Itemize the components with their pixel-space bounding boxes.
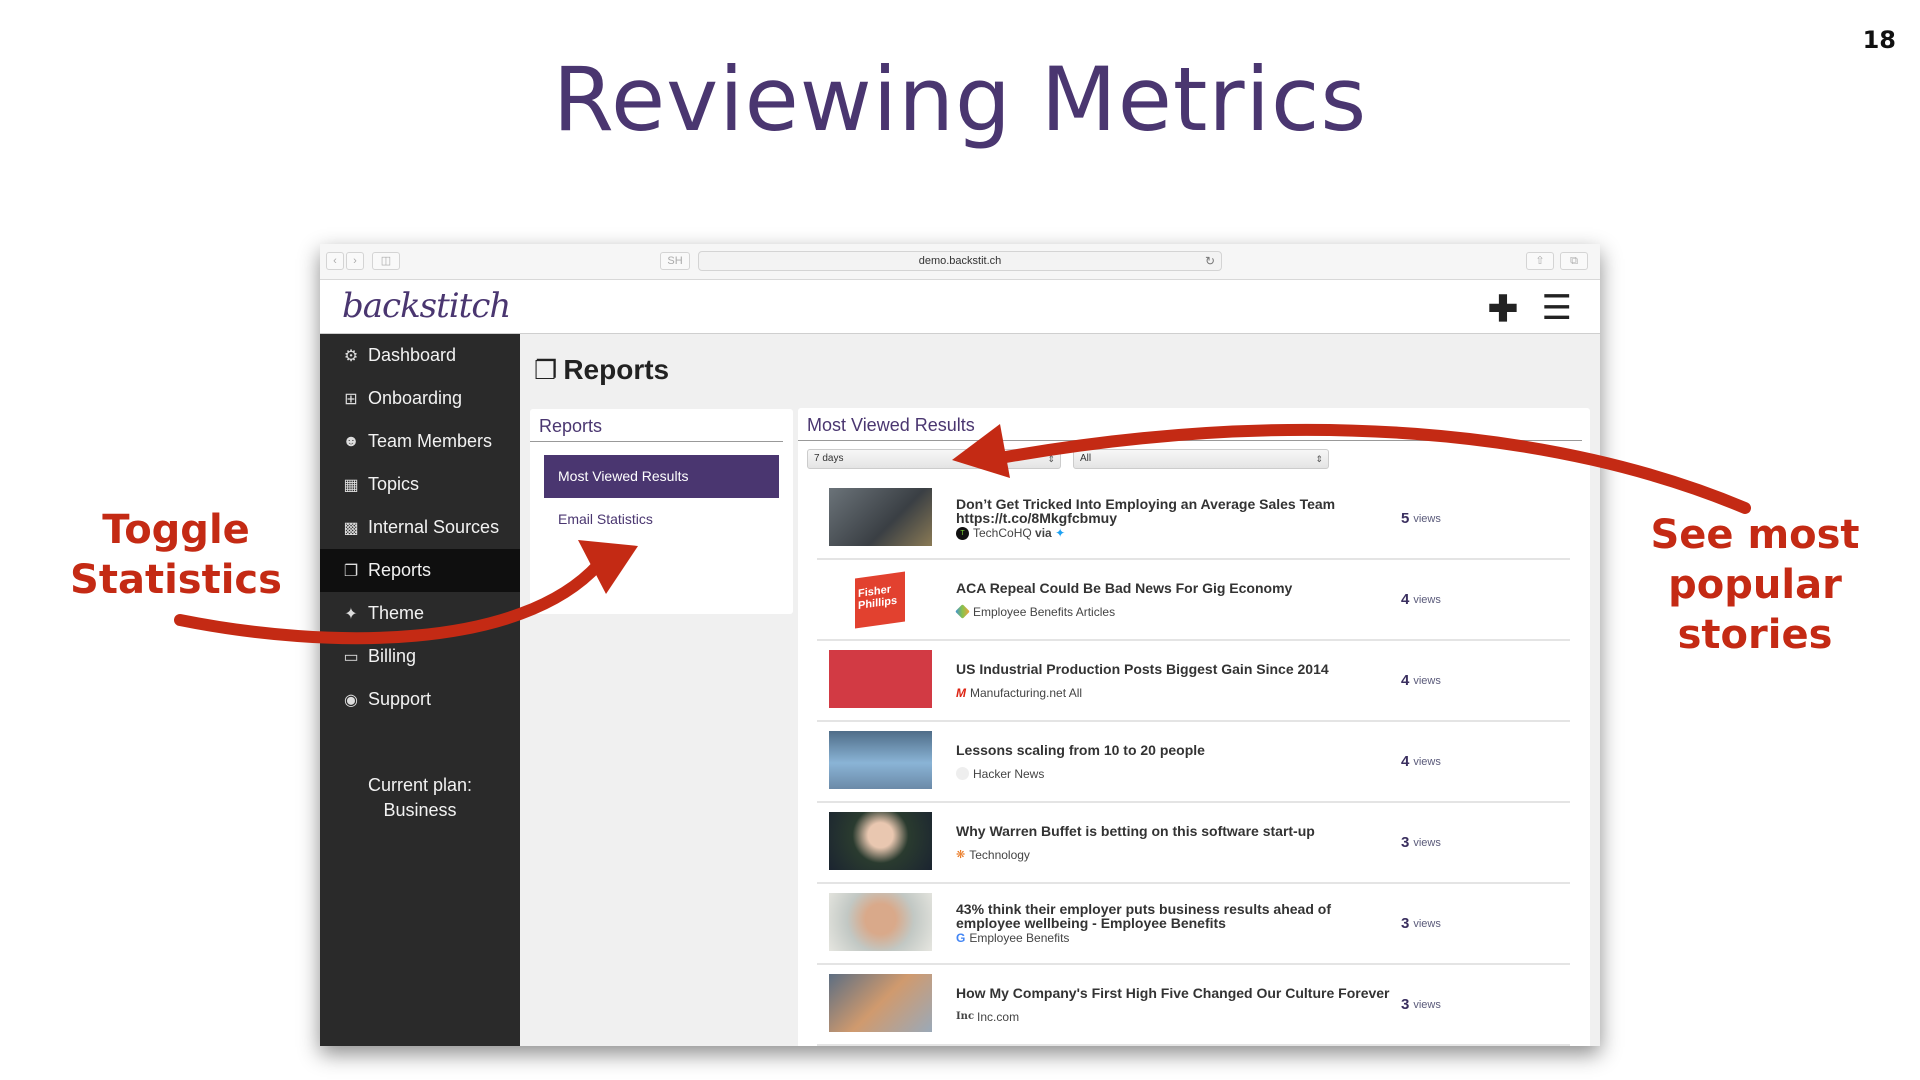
list-item[interactable]: US Industrial Production Posts Biggest G… (817, 641, 1570, 722)
add-icon[interactable]: ✚ (1488, 288, 1518, 330)
view-count: 5 views (1401, 510, 1441, 527)
article-thumbnail (829, 488, 932, 546)
period-select[interactable]: 7 days ⇕ (807, 449, 1061, 469)
back-button[interactable]: ‹ (326, 252, 344, 270)
article-thumbnail (829, 893, 932, 951)
view-count: 3 views (1401, 834, 1441, 851)
url-bar[interactable]: demo.backstit.ch ↻ (698, 251, 1222, 271)
life-ring-icon: ◉ (344, 691, 358, 709)
article-title[interactable]: 43% think their employer puts business r… (956, 902, 1396, 930)
forward-button[interactable]: › (346, 252, 364, 270)
view-count: 4 views (1401, 591, 1441, 608)
filter-select[interactable]: All ⇕ (1073, 449, 1329, 469)
dashboard-icon: ⚙ (343, 347, 359, 365)
article-title[interactable]: Why Warren Buffet is betting on this sof… (956, 824, 1396, 838)
tabs-button[interactable]: ⧉ (1560, 252, 1588, 270)
sidebar-item-topics[interactable]: ▦ Topics (320, 463, 520, 506)
list-item[interactable]: Lessons scaling from 10 to 20 people Hac… (817, 722, 1570, 803)
article-thumbnail (829, 974, 932, 1032)
reports-panel-title: Reports (530, 409, 783, 442)
plus-square-icon: ⊞ (344, 390, 358, 408)
results-panel-title: Most Viewed Results (798, 408, 1582, 441)
toggle-statistics-annotation: Toggle Statistics (70, 507, 282, 603)
sidebar-item-dashboard[interactable]: ⚙ Dashboard (320, 334, 520, 377)
article-thumbnail (829, 731, 932, 789)
view-count: 4 views (1401, 753, 1441, 770)
manufacturing-logo-icon: M (956, 685, 966, 700)
browser-window: ‹ › ◫ SH demo.backstit.ch ↻ ⇧ ⧉ backstit… (320, 244, 1600, 1046)
view-count: 3 views (1401, 915, 1441, 932)
popular-stories-annotation: See most popular stories (1650, 512, 1860, 658)
article-title[interactable]: Lessons scaling from 10 to 20 people (956, 743, 1396, 757)
url-text: demo.backstit.ch (918, 255, 1002, 267)
list-item[interactable]: Don’t Get Tricked Into Employing an Aver… (817, 479, 1570, 560)
sidebar-item-team-members[interactable]: ☻ Team Members (320, 420, 520, 463)
current-plan: Current plan: Business (320, 773, 520, 823)
sh-extension-button[interactable]: SH (660, 252, 690, 270)
sidebar-item-reports[interactable]: ❐ Reports (320, 549, 520, 592)
list-item[interactable]: Fisher Phillips ACA Repeal Could Be Bad … (817, 560, 1570, 641)
copy-icon: ❐ (534, 354, 558, 385)
article-thumbnail (829, 812, 932, 870)
techco-logo-icon: T (956, 526, 969, 540)
list-item[interactable]: How My Company's First High Five Changed… (817, 965, 1570, 1046)
sidebar-item-support[interactable]: ◉ Support (320, 678, 520, 721)
article-thumbnail (829, 650, 932, 708)
inc-logo-icon: Inc (956, 1011, 975, 1022)
sidebar-toggle-button[interactable]: ◫ (372, 252, 400, 270)
twitter-icon: ✦ (1055, 526, 1066, 540)
main-content: ❐ Reports Reports Most Viewed Results Em… (520, 334, 1600, 1046)
select-arrows-icon: ⇕ (1315, 454, 1323, 464)
hamburger-menu-icon[interactable]: ☰ (1542, 288, 1572, 328)
diamond-logo-icon (955, 604, 970, 619)
sidebar-item-theme[interactable]: ✦ Theme (320, 592, 520, 635)
most-viewed-results-tab[interactable]: Most Viewed Results (544, 455, 779, 498)
results-panel: Most Viewed Results 7 days ⇕ All ⇕ Don’t G… (798, 408, 1590, 1046)
plan-label: Current plan: (367, 775, 473, 795)
reload-icon[interactable]: ↻ (1205, 252, 1215, 270)
sidebar: ⚙ Dashboard ⊞ Onboarding ☻ Team Members ▦ To… (320, 334, 520, 1046)
hacker-news-icon (956, 767, 969, 780)
slide-title: Reviewing Metrics (552, 48, 1368, 151)
article-title[interactable]: How My Company's First High Five Changed… (956, 986, 1396, 1000)
select-arrows-icon: ⇕ (1047, 454, 1055, 464)
slide: 18 Reviewing Metrics ‹ › ◫ SH demo.backs… (0, 0, 1920, 1080)
credit-card-icon: ▭ (343, 648, 359, 666)
copy-icon: ❐ (343, 562, 359, 580)
article-title[interactable]: Don’t Get Tricked Into Employing an Aver… (956, 497, 1396, 525)
sidebar-item-billing[interactable]: ▭ Billing (320, 635, 520, 678)
nbc-logo-icon: ❋ (956, 849, 966, 861)
article-thumbnail: Fisher Phillips (829, 569, 932, 629)
list-item[interactable]: 43% think their employer puts business r… (817, 884, 1570, 965)
article-title[interactable]: US Industrial Production Posts Biggest G… (956, 662, 1396, 676)
list-item[interactable]: Why Warren Buffet is betting on this sof… (817, 803, 1570, 884)
view-count: 4 views (1401, 672, 1441, 689)
email-statistics-tab[interactable]: Email Statistics (544, 498, 779, 541)
sidebar-item-onboarding[interactable]: ⊞ Onboarding (320, 377, 520, 420)
browser-toolbar: ‹ › ◫ SH demo.backstit.ch ↻ ⇧ ⧉ (320, 244, 1600, 280)
results-list: Don’t Get Tricked Into Employing an Aver… (817, 479, 1570, 1046)
reports-panel: Reports Most Viewed Results Email Statis… (530, 409, 793, 614)
magic-wand-icon: ✦ (344, 605, 358, 623)
view-count: 3 views (1401, 996, 1441, 1013)
share-button[interactable]: ⇧ (1526, 252, 1554, 270)
sidebar-item-internal-sources[interactable]: ▩ Internal Sources (320, 506, 520, 549)
backstitch-logo[interactable]: backstitch (342, 286, 511, 326)
article-title[interactable]: ACA Repeal Could Be Bad News For Gig Eco… (956, 581, 1396, 595)
plan-value: Business (383, 800, 457, 820)
google-icon: G (956, 931, 966, 945)
page-title: ❐ Reports (534, 354, 670, 385)
users-icon: ☻ (342, 432, 360, 450)
app-header: backstitch ✚ ☰ (320, 280, 1600, 334)
grid-icon: ▦ (343, 476, 359, 494)
building-icon: ▩ (343, 519, 359, 537)
